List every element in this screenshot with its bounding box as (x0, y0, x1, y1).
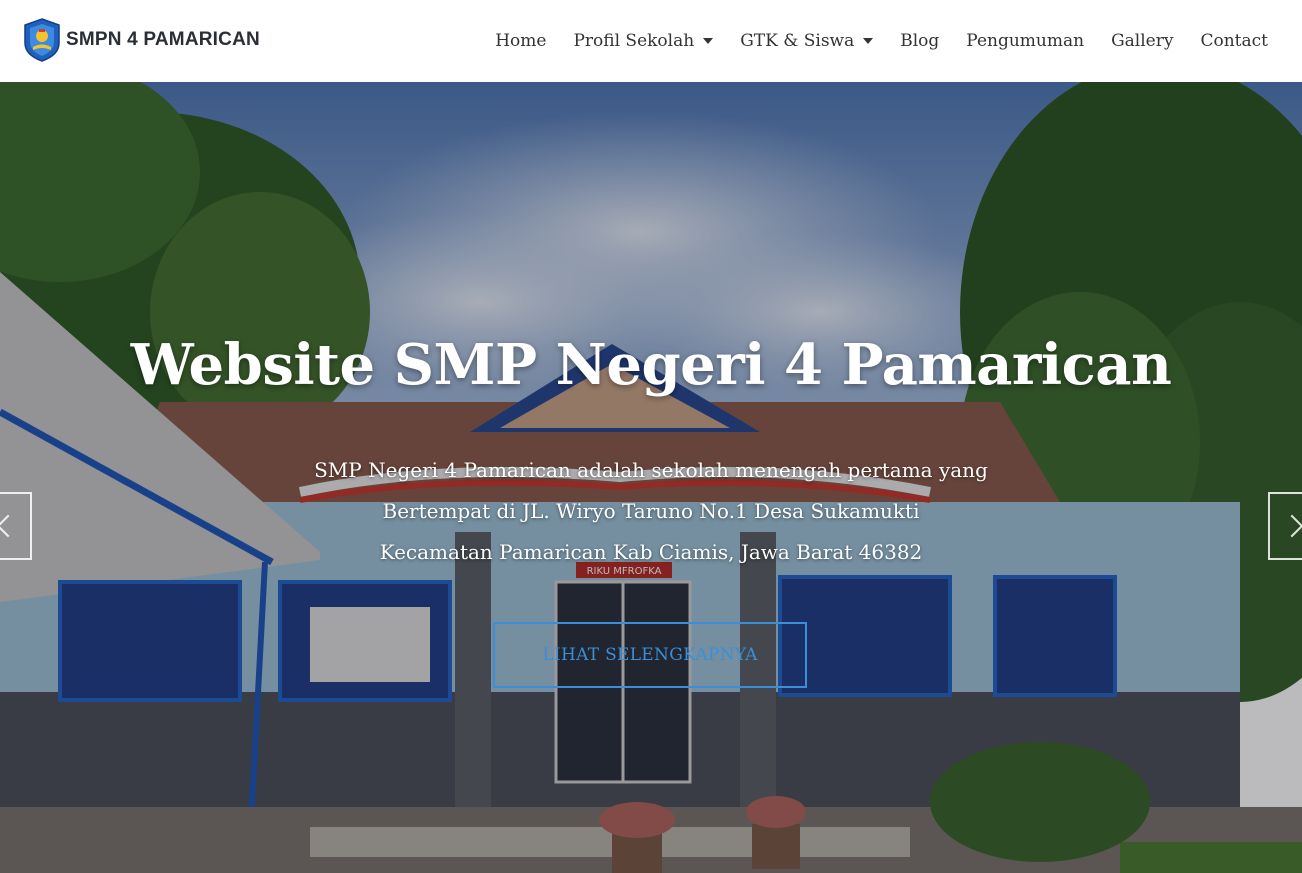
slider-prev-button[interactable] (0, 492, 32, 560)
nav-blog[interactable]: Blog (900, 31, 939, 51)
see-more-button[interactable]: LIHAT SELENGKAPNYA (493, 622, 807, 688)
nav-label: Home (495, 31, 547, 51)
nav-home[interactable]: Home (495, 31, 546, 51)
chevron-down-icon (703, 38, 714, 44)
nav-contact[interactable]: Contact (1200, 31, 1268, 51)
brand-name: SMPN 4 PAMARICAN (66, 29, 260, 50)
chevron-left-icon (0, 514, 20, 538)
chevron-down-icon (863, 38, 874, 44)
nav-label: Gallery (1111, 31, 1174, 51)
hero-slider: RIKU MFROFKA Website SMP Negeri 4 Pamari… (0, 82, 1302, 873)
slider-next-button[interactable] (1268, 492, 1302, 560)
school-logo (24, 18, 60, 62)
hero-description-line: Kecamatan Pamarican Kab Ciamis, Jawa Bar… (379, 540, 923, 564)
nav-label: GTK & Siswa (740, 31, 855, 51)
hero-description-line: SMP Negeri 4 Pamarican adalah sekolah me… (314, 458, 988, 482)
hero-title: Website SMP Negeri 4 Pamarican (130, 332, 1172, 398)
nav-profil-sekolah[interactable]: Profil Sekolah (573, 31, 714, 51)
nav-label: Pengumuman (966, 31, 1085, 51)
nav-label: Profil Sekolah (573, 31, 695, 51)
nav-label: Blog (900, 31, 940, 51)
hero-description: SMP Negeri 4 Pamarican adalah sekolah me… (300, 450, 1002, 573)
chevron-right-icon (1280, 514, 1302, 538)
hero-description-line: Bertempat di JL. Wiryo Taruno No.1 Desa … (382, 499, 920, 523)
nav-pengumuman[interactable]: Pengumuman (966, 31, 1084, 51)
brand[interactable]: SMPN 4 PAMARICAN (22, 17, 260, 63)
nav-gtk-siswa[interactable]: GTK & Siswa (740, 31, 874, 51)
nav-gallery[interactable]: Gallery (1111, 31, 1173, 51)
main-nav: Home Profil Sekolah GTK & Siswa Blog Pen… (468, 0, 1268, 82)
nav-label: Contact (1200, 31, 1268, 51)
site-header: SMPN 4 PAMARICAN Home Profil Sekolah GTK… (0, 0, 1302, 82)
